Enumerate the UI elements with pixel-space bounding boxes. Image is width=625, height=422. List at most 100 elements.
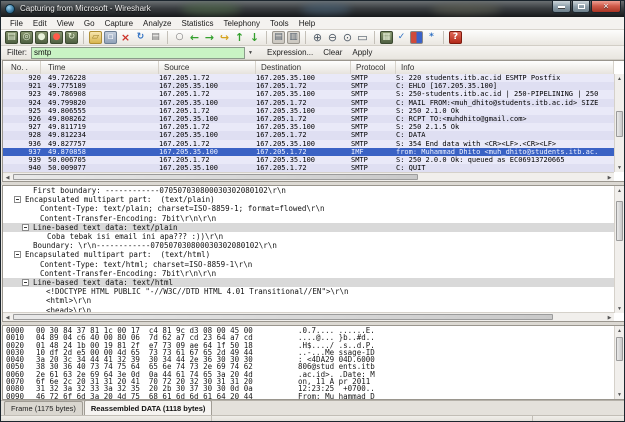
column-header-destination[interactable]: Destination	[256, 61, 351, 74]
scroll-right-icon[interactable]: ▶	[605, 313, 614, 322]
packet-row[interactable]: 936 49.827757 167.205.1.72 167.205.35.10…	[3, 140, 614, 148]
toggle-packet-bytes-icon[interactable]: ▥	[287, 31, 300, 44]
detail-line[interactable]: Line-based text data: text/html	[3, 278, 614, 287]
packet-row[interactable]: 923 49.786908 167.205.1.72 167.205.35.10…	[3, 90, 614, 98]
expander-icon[interactable]	[14, 196, 21, 203]
save-file-icon[interactable]: ▫	[104, 31, 117, 44]
zoom-in-icon[interactable]: ⊕	[311, 31, 324, 44]
menu-analyze[interactable]: Analyze	[138, 18, 176, 29]
open-file-icon[interactable]: ▱	[89, 31, 102, 44]
detail-line[interactable]: Line-based text data: text/plain	[3, 223, 614, 232]
go-to-top-icon[interactable]: ↑	[233, 31, 246, 44]
packet-row[interactable]: 937 49.870858 167.205.35.100 167.205.1.7…	[3, 148, 614, 156]
details-vertical-scrollbar[interactable]: ▲ ▼	[614, 186, 624, 313]
packet-row[interactable]: 940 50.009077 167.205.35.100 167.205.1.7…	[3, 164, 614, 172]
go-to-packet-icon[interactable]: ↪	[218, 31, 231, 44]
packet-row[interactable]: 926 49.808262 167.205.35.100 167.205.1.7…	[3, 115, 614, 123]
print-icon[interactable]: ▤	[149, 31, 162, 44]
column-header-info[interactable]: Info	[396, 61, 614, 74]
scroll-thumb[interactable]	[616, 201, 623, 241]
titlebar[interactable]: Capturing from Microsoft - Wireshark ×	[1, 1, 624, 17]
clear-button[interactable]: Clear	[318, 47, 347, 58]
find-packet-icon[interactable]: ○	[173, 31, 186, 44]
filter-input[interactable]	[31, 47, 245, 59]
go-back-icon[interactable]: ←	[188, 31, 201, 44]
list-interfaces-icon[interactable]: ▤	[5, 31, 18, 44]
details-horizontal-scrollbar[interactable]: ◀ ▶	[3, 312, 614, 321]
scroll-down-icon[interactable]: ▼	[615, 163, 624, 172]
packet-list-horizontal-scrollbar[interactable]: ◀ ▶	[3, 172, 614, 181]
filter-dropdown-icon[interactable]: ▼	[245, 47, 256, 58]
scroll-thumb[interactable]	[616, 111, 623, 137]
expander-icon[interactable]	[22, 224, 29, 231]
preferences-icon[interactable]: *	[425, 31, 438, 44]
display-filters-icon[interactable]: ✓	[395, 31, 408, 44]
scroll-left-icon[interactable]: ◀	[3, 313, 12, 322]
detail-line[interactable]: Content-Type: text/plain; charset=ISO-88…	[3, 204, 614, 213]
detail-line[interactable]: Coba tebak isi email ini apa??? :))\r\n	[3, 232, 614, 241]
menu-statistics[interactable]: Statistics	[177, 18, 219, 29]
column-header-time[interactable]: Time	[41, 61, 159, 74]
packet-row[interactable]: 924 49.799820 167.205.35.100 167.205.1.7…	[3, 99, 614, 107]
detail-line[interactable]: <html>\r\n	[3, 296, 614, 305]
detail-line[interactable]: Content-Transfer-Encoding: 7bit\r\n\r\n	[3, 214, 614, 223]
scroll-right-icon[interactable]: ▶	[605, 173, 614, 182]
packet-row[interactable]: 928 49.812234 167.205.35.100 167.205.1.7…	[3, 131, 614, 139]
reload-icon[interactable]: ↻	[134, 31, 147, 44]
coloring-rules-icon[interactable]: ▦	[410, 31, 423, 44]
detail-line[interactable]: Boundary: \r\n------------07050703080003…	[3, 241, 614, 250]
detail-line[interactable]: Content-Transfer-Encoding: 7bit\r\n\r\n	[3, 269, 614, 278]
packet-row[interactable]: 927 49.811719 167.205.1.72 167.205.35.10…	[3, 123, 614, 131]
help-icon[interactable]: ?	[449, 31, 462, 44]
tab-frame[interactable]: Frame (1175 bytes)	[4, 401, 83, 415]
menu-go[interactable]: Go	[79, 18, 100, 29]
detail-line[interactable]: <!DOCTYPE HTML PUBLIC "-//W3C//DTD HTML …	[3, 287, 614, 296]
toggle-packet-details-icon[interactable]: ▤	[272, 31, 285, 44]
scroll-up-icon[interactable]: ▲	[615, 74, 624, 83]
close-button[interactable]: ×	[591, 1, 621, 13]
scroll-left-icon[interactable]: ◀	[3, 173, 12, 182]
scroll-up-icon[interactable]: ▲	[615, 326, 624, 335]
apply-button[interactable]: Apply	[347, 47, 377, 58]
scroll-up-icon[interactable]: ▲	[615, 186, 624, 195]
detail-line[interactable]: Encapsulated multipart part: (text/html)	[3, 250, 614, 259]
packet-row[interactable]: 925 49.806555 167.205.1.72 167.205.35.10…	[3, 107, 614, 115]
hex-row[interactable]: 0090 46 72 6f 6d 3a 20 4d 75 68 61 6d 6d…	[6, 393, 613, 399]
packet-row[interactable]: 921 49.775189 167.205.35.100 167.205.1.7…	[3, 82, 614, 90]
packet-list-vertical-scrollbar[interactable]: ▲ ▼	[614, 74, 624, 172]
packet-row[interactable]: 920 49.726228 167.205.1.72 167.205.35.10…	[3, 74, 614, 82]
column-header-protocol[interactable]: Protocol	[351, 61, 396, 74]
go-forward-icon[interactable]: →	[203, 31, 216, 44]
close-capture-icon[interactable]: ×	[119, 31, 132, 44]
zoom-out-icon[interactable]: ⊖	[326, 31, 339, 44]
scroll-thumb[interactable]	[13, 174, 418, 180]
menu-view[interactable]: View	[52, 18, 79, 29]
expression-button[interactable]: Expression...	[262, 47, 318, 58]
capture-start-icon[interactable]: ●	[35, 31, 48, 44]
maximize-button[interactable]	[572, 1, 590, 13]
column-header-no[interactable]: No. .	[3, 61, 41, 74]
packet-row[interactable]: 939 50.006705 167.205.1.72 167.205.35.10…	[3, 156, 614, 164]
tab-reassembled-data[interactable]: Reassembled DATA (1118 bytes)	[84, 400, 213, 415]
menu-telephony[interactable]: Telephony	[219, 18, 265, 29]
resize-columns-icon[interactable]: ▭	[356, 31, 369, 44]
hex-vertical-scrollbar[interactable]: ▲ ▼	[614, 326, 624, 399]
scroll-thumb[interactable]	[13, 314, 553, 320]
go-to-bottom-icon[interactable]: ↓	[248, 31, 261, 44]
expander-icon[interactable]	[22, 279, 29, 286]
capture-restart-icon[interactable]: ↻	[65, 31, 78, 44]
menu-capture[interactable]: Capture	[100, 18, 138, 29]
minimize-button[interactable]	[552, 1, 571, 13]
capture-filters-icon[interactable]: ▦	[380, 31, 393, 44]
expander-icon[interactable]	[14, 251, 21, 258]
scroll-down-icon[interactable]: ▼	[615, 390, 624, 399]
menu-help[interactable]: Help	[294, 18, 320, 29]
capture-options-icon[interactable]: ◎	[20, 31, 33, 44]
menu-tools[interactable]: Tools	[265, 18, 294, 29]
capture-stop-icon[interactable]: ●	[50, 31, 63, 44]
detail-line[interactable]: Encapsulated multipart part: (text/plain…	[3, 195, 614, 204]
detail-line[interactable]: Content-Type: text/html; charset=ISO-885…	[3, 260, 614, 269]
scroll-thumb[interactable]	[616, 337, 623, 361]
menu-edit[interactable]: Edit	[28, 18, 52, 29]
detail-line[interactable]: First boundary: ------------070507030800…	[3, 186, 614, 195]
